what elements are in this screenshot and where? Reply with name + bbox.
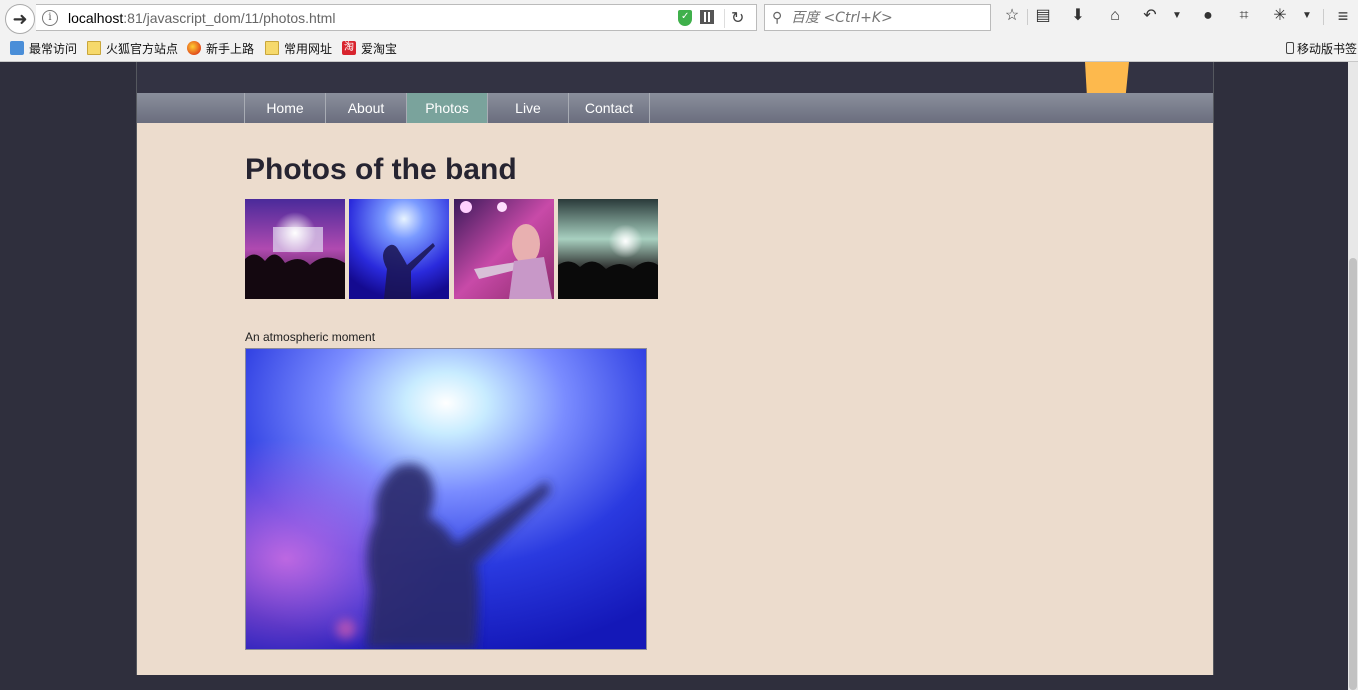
url-bar-separator — [724, 9, 725, 28]
page-viewport: Home About Photos Live Contact Photos of… — [0, 62, 1358, 690]
crop-icon[interactable]: ⌗ — [1234, 6, 1254, 26]
bookmarks-toolbar: 最常访问 火狐官方站点 新手上路 常用网址 淘爱淘宝 移动版书签 — [0, 37, 1358, 59]
search-icon: ⚲ — [772, 9, 783, 25]
bookmark-visited-icon — [10, 41, 24, 55]
hamburger-menu-icon[interactable]: ≡ — [1333, 6, 1353, 26]
bookmark-most-visited[interactable]: 最常访问 — [10, 40, 77, 56]
nav-item-about[interactable]: About — [325, 93, 406, 123]
thumbnail-concert-crowd[interactable] — [245, 199, 345, 299]
security-shield-icon[interactable] — [678, 10, 692, 26]
toolbar-separator — [1323, 9, 1324, 25]
dropdown-arrow-icon[interactable]: ▼ — [1167, 6, 1187, 26]
nav-list: Home About Photos Live Contact — [244, 93, 650, 123]
undo-icon[interactable]: ↶ — [1140, 6, 1160, 26]
bookmark-common-sites[interactable]: 常用网址 — [265, 40, 332, 56]
main-content: Photos of the band An atmospheric moment — [137, 123, 1213, 675]
url-path: :81/javascript_dom/11/photos.html — [123, 10, 336, 26]
search-input[interactable] — [791, 10, 981, 26]
bookmark-taobao[interactable]: 淘爱淘宝 — [342, 40, 397, 56]
download-icon[interactable]: ⬇ — [1068, 6, 1088, 26]
qr-code-icon[interactable] — [700, 10, 714, 24]
bookmark-label: 火狐官方站点 — [106, 41, 179, 56]
bookmark-firefox-official[interactable]: 火狐官方站点 — [87, 40, 178, 56]
reload-icon[interactable]: ↻ — [731, 8, 744, 28]
url-bar[interactable]: i localhost:81/javascript_dom/11/photos.… — [36, 4, 757, 31]
search-bar[interactable]: ⚲ — [764, 4, 991, 31]
nav-item-photos[interactable]: Photos — [406, 93, 487, 123]
mobile-phone-icon — [1286, 42, 1294, 54]
placeholder-photo[interactable] — [245, 348, 647, 650]
mobile-bookmarks[interactable]: 移动版书签 — [1286, 40, 1357, 56]
mobile-bookmarks-label: 移动版书签 — [1297, 41, 1358, 56]
site-header — [137, 62, 1213, 93]
firefox-icon — [187, 41, 201, 55]
bookmark-label: 新手上路 — [206, 41, 255, 56]
nav-item-home[interactable]: Home — [244, 93, 325, 123]
url-text[interactable]: localhost:81/javascript_dom/11/photos.ht… — [68, 10, 335, 26]
logo-shape — [1085, 62, 1129, 93]
bookmark-getting-started[interactable]: 新手上路 — [187, 40, 254, 56]
thumbnail-stage-lights[interactable] — [558, 199, 658, 299]
chat-bubble-icon[interactable]: ● — [1198, 6, 1218, 26]
taobao-icon: 淘 — [342, 41, 356, 55]
site-info-icon[interactable]: i — [42, 10, 58, 26]
url-host: localhost — [68, 10, 124, 26]
bookmark-label: 爱淘宝 — [361, 41, 398, 56]
back-arrow-icon: ➜ — [12, 8, 28, 29]
navigation-toolbar: ➜ i localhost:81/javascript_dom/11/photo… — [0, 0, 1358, 34]
site-wrapper: Home About Photos Live Contact Photos of… — [136, 62, 1214, 675]
nav-item-contact[interactable]: Contact — [568, 93, 650, 123]
bookmark-label: 最常访问 — [29, 41, 78, 56]
bookmarks-menu-icon[interactable]: ▤ — [1033, 6, 1053, 26]
page-scrollbar[interactable] — [1348, 62, 1358, 690]
page-title: Photos of the band — [245, 153, 517, 186]
extension-icon[interactable]: ✳ — [1270, 6, 1290, 26]
site-navigation: Home About Photos Live Contact — [137, 93, 1213, 123]
scrollbar-thumb[interactable] — [1349, 258, 1357, 690]
dropdown-arrow-icon[interactable]: ▼ — [1297, 6, 1317, 26]
folder-icon — [87, 41, 101, 55]
thumbnail-guitarist-blue[interactable] — [349, 199, 449, 299]
home-icon[interactable]: ⌂ — [1105, 6, 1125, 26]
toolbar-separator — [1027, 9, 1028, 25]
bookmark-star-icon[interactable]: ☆ — [1002, 6, 1022, 26]
thumbnail-guitarist-pink[interactable] — [454, 199, 554, 299]
folder-icon — [265, 41, 279, 55]
browser-chrome: ➜ i localhost:81/javascript_dom/11/photo… — [0, 0, 1358, 62]
bookmark-label: 常用网址 — [284, 41, 333, 56]
photo-caption: An atmospheric moment — [245, 330, 376, 344]
placeholder-photo-image — [246, 349, 646, 649]
back-button[interactable]: ➜ — [5, 4, 35, 34]
nav-item-live[interactable]: Live — [487, 93, 568, 123]
